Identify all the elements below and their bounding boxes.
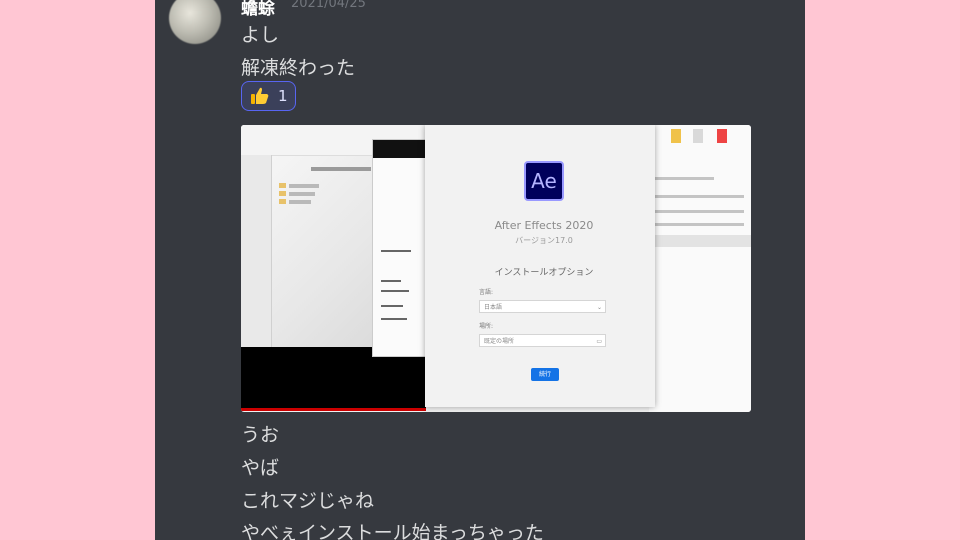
reaction-count: 1	[278, 87, 288, 105]
location-label: 場所:	[479, 323, 494, 330]
message-timestamp: 2021/04/25	[291, 0, 366, 11]
username[interactable]: 蟾蜍	[241, 0, 275, 19]
chat-message-panel: 蟾蜍 2021/04/25 よし 解凍終わった 1 Ae After Effec…	[155, 0, 805, 540]
folder-icon: ▭	[596, 338, 602, 345]
installer-title: After Effects 2020	[494, 219, 594, 232]
thumbs-up-icon	[250, 86, 270, 106]
image-attachment[interactable]: Ae After Effects 2020 バージョン17.0 インストールオプ…	[241, 125, 751, 412]
message-line: やべぇインストール始まっちゃった	[241, 522, 544, 540]
after-effects-logo-icon: Ae	[524, 161, 564, 201]
message-line: うお	[241, 424, 280, 446]
language-value: 日本語	[484, 304, 503, 311]
install-options-heading: インストールオプション	[494, 268, 594, 278]
location-value: 既定の場所	[484, 338, 515, 345]
reaction-thumbs-up[interactable]: 1	[241, 81, 296, 111]
message-line: これマジじゃね	[241, 490, 375, 512]
continue-button: 続行	[531, 368, 559, 381]
message-line: 解凍終わった	[241, 57, 356, 79]
language-select: 日本語 ⌄	[479, 300, 606, 313]
language-label: 言語:	[479, 289, 494, 296]
message-line: やば	[241, 457, 280, 479]
screenshot-file-list	[649, 125, 751, 412]
installer-dialog: Ae After Effects 2020 バージョン17.0 インストールオプ…	[425, 125, 655, 407]
chevron-down-icon: ⌄	[596, 304, 602, 311]
location-field: 既定の場所 ▭	[479, 334, 606, 347]
message-line: よし	[241, 24, 280, 46]
avatar[interactable]	[169, 0, 221, 44]
installer-version: バージョン17.0	[515, 236, 573, 245]
